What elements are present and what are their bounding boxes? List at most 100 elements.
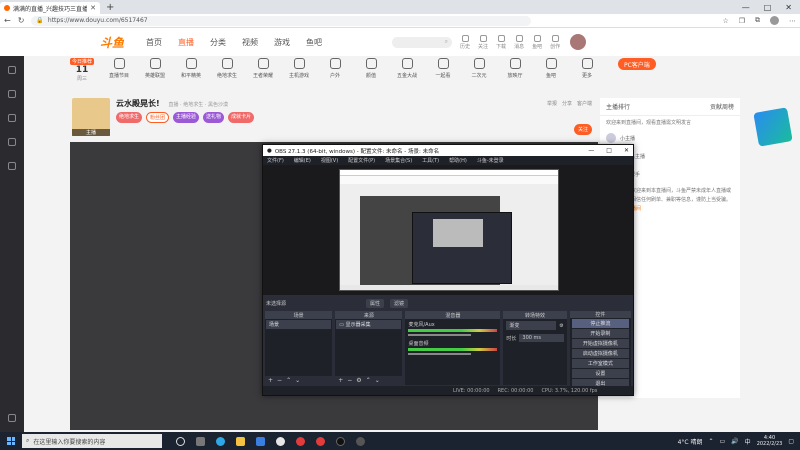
- chevron-down-icon[interactable]: ⌄: [295, 377, 300, 384]
- nav-video[interactable]: 视频: [242, 37, 258, 48]
- chrome-icon[interactable]: [276, 436, 285, 446]
- settings-button[interactable]: 设置: [571, 369, 629, 378]
- user-avatar[interactable]: [570, 34, 587, 50]
- remove-icon[interactable]: −: [347, 377, 352, 384]
- douyu-logo[interactable]: 斗鱼: [100, 34, 124, 51]
- clock[interactable]: 4:40 2022/2/23: [757, 435, 783, 447]
- ime-indicator[interactable]: 中: [745, 437, 751, 446]
- volume-slider[interactable]: [408, 334, 471, 336]
- category-item[interactable]: 颜值: [360, 58, 382, 79]
- category-item[interactable]: 放映厅: [504, 58, 526, 79]
- follow-list-button[interactable]: 关注: [478, 34, 488, 50]
- weather-text[interactable]: 4°C 晴朗: [678, 437, 703, 446]
- studio-mode-button[interactable]: 工作室模式: [571, 359, 629, 368]
- url-field[interactable]: 🔒 https://www.douyu.com/6517467: [31, 15, 532, 26]
- scene-item[interactable]: 场景: [266, 320, 332, 329]
- store-icon[interactable]: [256, 436, 265, 446]
- nav-game[interactable]: 游戏: [274, 37, 290, 48]
- obs-app-icon[interactable]: [336, 436, 345, 446]
- task-view-icon[interactable]: [196, 436, 205, 446]
- obs-menu-view[interactable]: 视图(V): [321, 157, 338, 164]
- sidebar-item-recommend[interactable]: [8, 90, 16, 98]
- favorite-icon[interactable]: ☆: [722, 17, 728, 25]
- category-item[interactable]: 英雄联盟: [144, 58, 166, 79]
- start-virtual-cam-button[interactable]: 开始虚拟摄像机: [571, 339, 629, 348]
- refresh-icon[interactable]: ↻: [18, 16, 25, 25]
- tab-anchor-rank[interactable]: 主播排行: [606, 102, 630, 111]
- sidebar-item-game[interactable]: [8, 138, 16, 146]
- obs-minimize-icon[interactable]: —: [588, 147, 594, 154]
- category-item[interactable]: 五金大战: [396, 58, 418, 79]
- category-item[interactable]: 一起看: [432, 58, 454, 79]
- obs-menu-douyu[interactable]: 斗鱼-未登录: [477, 157, 504, 164]
- category-item[interactable]: 和平精英: [180, 58, 202, 79]
- search-icon[interactable]: ⌕: [445, 38, 448, 46]
- source-item[interactable]: ▭ 显示器采集: [336, 320, 402, 329]
- sidebar-item-follow[interactable]: [8, 114, 16, 122]
- chevron-up-icon[interactable]: ⌃: [286, 377, 291, 384]
- add-icon[interactable]: +: [338, 377, 343, 384]
- start-button[interactable]: [0, 437, 22, 445]
- obs-close-icon[interactable]: ✕: [624, 147, 629, 154]
- filters-button[interactable]: 滤镜: [390, 299, 409, 308]
- obs-menu-profile[interactable]: 配置文件(P): [348, 157, 375, 164]
- obs-active-icon[interactable]: [356, 436, 365, 446]
- start-recording-button[interactable]: 开始录制: [571, 329, 629, 338]
- sidebar-item-yuba[interactable]: [8, 162, 16, 170]
- virtual-cam-button[interactable]: 启动虚拟摄像机: [571, 349, 629, 358]
- remove-icon[interactable]: −: [277, 377, 282, 384]
- maximize-icon[interactable]: □: [764, 3, 772, 12]
- volume-icon[interactable]: 🔊: [731, 438, 738, 445]
- gear-icon[interactable]: ⚙: [559, 323, 563, 329]
- collections-icon[interactable]: ❐: [739, 17, 745, 25]
- obs-menu-tools[interactable]: 工具(T): [422, 157, 439, 164]
- category-item[interactable]: 二次元: [468, 58, 490, 79]
- app-red-2-icon[interactable]: [316, 436, 325, 446]
- download-button[interactable]: 下载: [496, 34, 506, 50]
- close-icon[interactable]: ✕: [785, 3, 792, 12]
- obs-preview[interactable]: [263, 165, 633, 295]
- yuba-button[interactable]: 鱼吧: [532, 34, 542, 50]
- share-link[interactable]: 分享: [562, 100, 572, 107]
- tag-item[interactable]: 主播经验: [173, 112, 200, 123]
- anchor-avatar[interactable]: 主播: [72, 98, 110, 136]
- back-icon[interactable]: ←: [4, 16, 11, 25]
- new-tab-icon[interactable]: +: [106, 2, 114, 13]
- sidebar-item-settings[interactable]: [8, 414, 16, 422]
- obs-menu-scene-collection[interactable]: 场景集合(S): [385, 157, 412, 164]
- nav-category[interactable]: 分类: [210, 37, 226, 48]
- edge-icon[interactable]: [216, 436, 225, 446]
- category-item[interactable]: 户外: [324, 58, 346, 79]
- network-icon[interactable]: ▭: [720, 438, 726, 445]
- file-explorer-icon[interactable]: [236, 436, 245, 446]
- calendar-widget[interactable]: 今日推荐 11 周三: [70, 58, 94, 82]
- obs-menu-edit[interactable]: 编辑(E): [294, 157, 311, 164]
- properties-button[interactable]: 属性: [366, 299, 385, 308]
- cortana-icon[interactable]: [176, 436, 185, 446]
- category-item[interactable]: 直播节目: [108, 58, 130, 79]
- tag-item[interactable]: 粉丝团: [146, 112, 170, 123]
- report-link[interactable]: 举报: [547, 100, 557, 107]
- extensions-icon[interactable]: ⧉: [755, 16, 760, 25]
- minimize-icon[interactable]: —: [742, 3, 750, 12]
- obs-menu-file[interactable]: 文件(F): [267, 157, 284, 164]
- nav-yuba[interactable]: 鱼吧: [306, 37, 322, 48]
- chevron-down-icon[interactable]: ⌄: [375, 377, 380, 384]
- sidebar-item-home[interactable]: [8, 66, 16, 74]
- taskbar-search[interactable]: ⌕ 在这里输入你要搜索的内容: [22, 434, 162, 448]
- category-item[interactable]: 鱼吧: [540, 58, 562, 79]
- create-button[interactable]: 创作: [550, 34, 560, 50]
- category-item[interactable]: 更多: [576, 58, 598, 79]
- pc-client-button[interactable]: PC客户端: [618, 58, 656, 70]
- notification-icon[interactable]: ▢: [788, 438, 794, 445]
- category-item[interactable]: 绝地求生: [216, 58, 238, 79]
- category-item[interactable]: 王者荣耀: [252, 58, 274, 79]
- follow-button[interactable]: 关注: [573, 124, 592, 135]
- profile-avatar[interactable]: [770, 16, 779, 25]
- tab-weekly-rank[interactable]: 贡献周榜: [710, 102, 734, 111]
- more-icon[interactable]: ⋯: [789, 17, 796, 25]
- tag-item[interactable]: 绝地求生: [116, 112, 143, 123]
- site-search-input[interactable]: ⌕: [392, 36, 453, 48]
- category-item[interactable]: 主机游戏: [288, 58, 310, 79]
- promo-badge[interactable]: [753, 107, 793, 147]
